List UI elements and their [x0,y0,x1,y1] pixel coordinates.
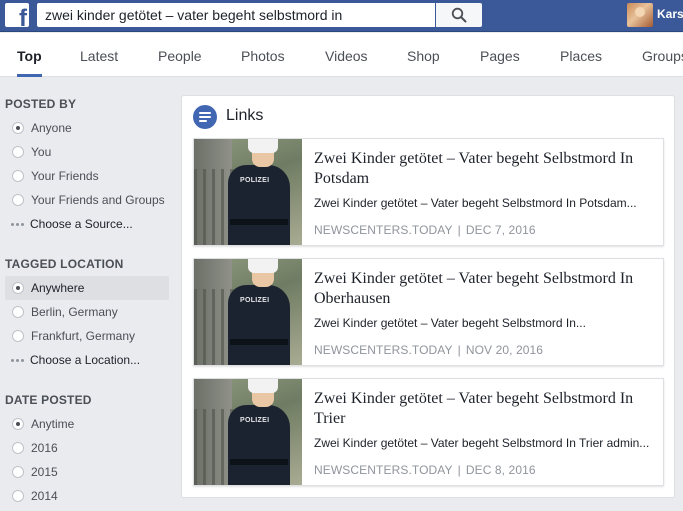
filter-label: 2014 [31,489,58,503]
search-input[interactable]: zwei kinder getötet – vater begeht selbs… [37,3,435,27]
avatar[interactable] [627,3,653,27]
tab-groups[interactable]: Groups [642,33,683,77]
tab-people[interactable]: People [158,33,202,77]
search-filters: POSTED BY Anyone You Your Friends Your F… [0,78,175,511]
radio-icon [12,146,24,158]
tab-places[interactable]: Places [560,33,602,77]
top-bar: f zwei kinder getötet – vater begeht sel… [0,0,683,32]
links-card: Links POLIZEI Zwei Kinder getötet – Vate… [181,95,675,498]
choose-source-link[interactable]: Choose a Source... [5,212,169,236]
link-meta: NEWSCENTERS.TODAY | DEC 8, 2016 [314,463,536,477]
filter-posted-by-anyone[interactable]: Anyone [5,116,169,140]
filter-location-anywhere[interactable]: Anywhere [5,276,169,300]
meta-separator: | [457,343,461,357]
date-posted-heading: DATE POSTED [5,393,92,407]
meta-separator: | [457,223,461,237]
tab-videos[interactable]: Videos [325,33,368,77]
radio-icon [12,442,24,454]
radio-selected-icon [12,282,24,294]
link-date: DEC 8, 2016 [465,463,536,477]
tab-top[interactable]: Top [17,33,42,77]
filter-label: 2016 [31,441,58,455]
link-description: Zwei Kinder getötet – Vater begeht Selbs… [314,196,637,210]
filter-location-frankfurt[interactable]: Frankfurt, Germany [5,324,169,348]
facebook-logo[interactable]: f [5,3,29,27]
thumbnail-vest-text: POLIZEI [240,297,270,304]
tab-shop[interactable]: Shop [407,33,440,77]
more-dots-icon [11,223,25,226]
radio-icon [12,306,24,318]
link-description: Zwei Kinder getötet – Vater begeht Selbs… [314,436,650,450]
search-tabs: Top Latest People Photos Videos Shop Pag… [0,33,683,77]
link-description: Zwei Kinder getötet – Vater begeht Selbs… [314,316,586,330]
filter-posted-by-friends-groups[interactable]: Your Friends and Groups [5,188,169,212]
filter-location-berlin[interactable]: Berlin, Germany [5,300,169,324]
link-result[interactable]: POLIZEI Zwei Kinder getötet – Vater bege… [193,258,664,366]
filter-date-anytime[interactable]: Anytime [5,412,169,436]
link-title[interactable]: Zwei Kinder getötet – Vater begeht Selbs… [314,389,656,429]
links-card-title: Links [226,107,264,124]
filter-date-2016[interactable]: 2016 [5,436,169,460]
radio-selected-icon [12,122,24,134]
link-result[interactable]: POLIZEI Zwei Kinder getötet – Vater bege… [193,378,664,486]
facebook-logo-letter: f [19,5,27,28]
radio-icon [12,330,24,342]
profile-name-link[interactable]: Kars [657,7,683,21]
filter-label: Choose a Source... [30,217,133,231]
thumbnail-vest-text: POLIZEI [240,417,270,424]
tab-photos[interactable]: Photos [241,33,285,77]
filter-date-2014[interactable]: 2014 [5,484,169,508]
link-date: DEC 7, 2016 [465,223,536,237]
radio-selected-icon [12,418,24,430]
tagged-location-heading: TAGGED LOCATION [5,257,124,271]
search-icon [451,7,467,23]
filter-label: 2015 [31,465,58,479]
filter-label: Your Friends [31,169,99,183]
radio-icon [12,194,24,206]
thumbnail-vest-text: POLIZEI [240,177,270,184]
link-title[interactable]: Zwei Kinder getötet – Vater begeht Selbs… [314,149,656,189]
link-title[interactable]: Zwei Kinder getötet – Vater begeht Selbs… [314,269,656,309]
meta-separator: | [457,463,461,477]
link-source: NEWSCENTERS.TODAY [314,463,453,477]
filter-label: Berlin, Germany [31,305,118,319]
search-button[interactable] [436,3,482,27]
choose-location-link[interactable]: Choose a Location... [5,348,169,372]
tab-latest[interactable]: Latest [80,33,118,77]
filter-label: You [31,145,52,159]
link-thumbnail-image[interactable]: POLIZEI [194,139,302,245]
link-thumbnail-image[interactable]: POLIZEI [194,259,302,365]
links-icon [193,105,217,129]
link-meta: NEWSCENTERS.TODAY | DEC 7, 2016 [314,223,536,237]
posted-by-heading: POSTED BY [5,97,77,111]
link-meta: NEWSCENTERS.TODAY | NOV 20, 2016 [314,343,543,357]
radio-icon [12,170,24,182]
more-dots-icon [11,359,25,362]
link-source: NEWSCENTERS.TODAY [314,343,453,357]
filter-posted-by-you[interactable]: You [5,140,169,164]
filter-posted-by-friends[interactable]: Your Friends [5,164,169,188]
radio-icon [12,466,24,478]
link-date: NOV 20, 2016 [465,343,544,357]
filter-label: Anyone [31,121,72,135]
tab-pages[interactable]: Pages [480,33,520,77]
filter-date-2015[interactable]: 2015 [5,460,169,484]
radio-icon [12,490,24,502]
link-thumbnail-image[interactable]: POLIZEI [194,379,302,485]
filter-label: Anywhere [31,281,85,295]
link-result[interactable]: POLIZEI Zwei Kinder getötet – Vater bege… [193,138,664,246]
filter-label: Anytime [31,417,75,431]
filter-label: Choose a Location... [30,353,141,367]
link-source: NEWSCENTERS.TODAY [314,223,453,237]
filter-label: Your Friends and Groups [31,193,165,207]
filter-label: Frankfurt, Germany [31,329,136,343]
